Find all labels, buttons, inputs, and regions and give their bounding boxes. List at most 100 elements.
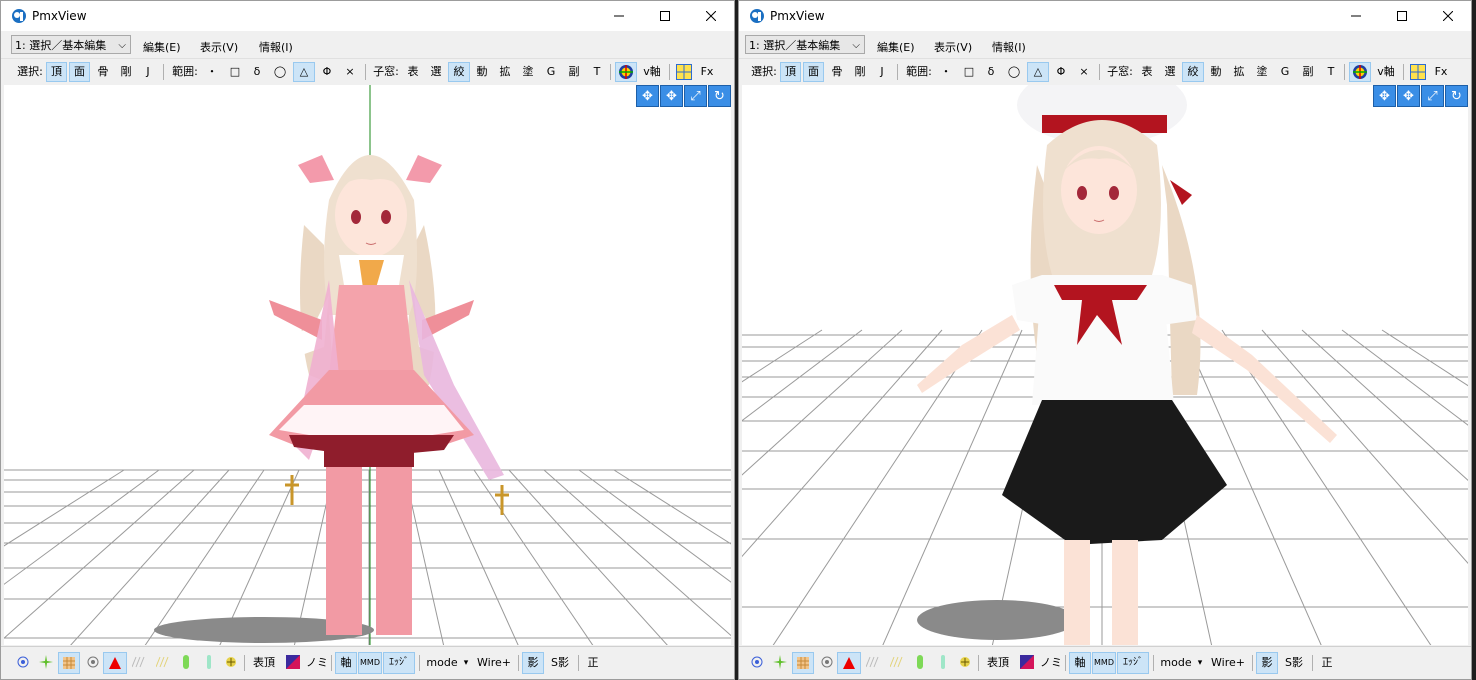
fx-button[interactable]: Fx: [1431, 62, 1451, 82]
edge-toggle[interactable]: ｴｯｼﾞ: [383, 652, 415, 674]
capsule-icon[interactable]: [913, 655, 927, 669]
pan-view-button[interactable]: ✥: [636, 85, 659, 107]
wire-plus-button[interactable]: Wire+: [475, 652, 513, 674]
material-toggle[interactable]: [837, 652, 861, 674]
pan-view-button[interactable]: ✥: [1373, 85, 1396, 107]
target-dot-icon[interactable]: [820, 655, 834, 669]
self-shadow-button[interactable]: S影: [547, 652, 573, 674]
child-g-button[interactable]: G: [541, 62, 561, 82]
select-rigid-toggle[interactable]: 剛: [116, 62, 136, 82]
range-rect-button[interactable]: □: [959, 62, 979, 82]
axis-gizmo-toggle[interactable]: [1349, 62, 1371, 82]
select-rigid-toggle[interactable]: 剛: [850, 62, 870, 82]
child-scale-button[interactable]: 拡: [1229, 62, 1249, 82]
edge-toggle[interactable]: ｴｯｼﾞ: [1117, 652, 1149, 674]
child-g-button[interactable]: G: [1275, 62, 1295, 82]
rotate-view-button[interactable]: ↻: [1445, 85, 1468, 107]
capsule-icon[interactable]: [179, 655, 193, 669]
nomi-button[interactable]: ノミ: [306, 652, 328, 674]
child-scale-button[interactable]: 拡: [495, 62, 515, 82]
range-delta-button[interactable]: δ: [248, 62, 266, 82]
close-button[interactable]: [688, 1, 734, 31]
child-move-button[interactable]: 動: [472, 62, 492, 82]
texture-toggle[interactable]: [792, 652, 814, 674]
joint-icon[interactable]: [958, 655, 972, 669]
hatch-yellow-icon[interactable]: [156, 655, 170, 669]
mmd-toggle[interactable]: MMD: [1092, 652, 1116, 674]
title-bar[interactable]: PmxView: [739, 1, 1471, 31]
front-view-button[interactable]: 正: [582, 652, 604, 674]
select-vertex-toggle[interactable]: 頂: [46, 62, 67, 82]
mode-combo[interactable]: 1: 選択／基本編集 ⌵: [745, 35, 865, 54]
figure-icon[interactable]: [202, 655, 216, 669]
mode-combo[interactable]: 1: 選択／基本編集 ⌵: [11, 35, 131, 54]
table-vertex-button[interactable]: 表頂: [983, 652, 1013, 674]
select-face-toggle[interactable]: 面: [69, 62, 90, 82]
select-bone-toggle[interactable]: 骨: [827, 62, 847, 82]
texture-toggle[interactable]: [58, 652, 80, 674]
child-select-button[interactable]: 選: [426, 62, 446, 82]
title-bar[interactable]: PmxView: [1, 1, 734, 31]
sparkle-green-icon[interactable]: [39, 655, 53, 669]
child-table-button[interactable]: 表: [403, 62, 423, 82]
child-t-button[interactable]: T: [587, 62, 607, 82]
sparkle-green-icon[interactable]: [773, 655, 787, 669]
front-view-button[interactable]: 正: [1316, 652, 1338, 674]
material-toggle[interactable]: [103, 652, 127, 674]
range-rect-button[interactable]: □: [225, 62, 245, 82]
shadow-toggle[interactable]: 影: [522, 652, 544, 674]
range-triangle-toggle[interactable]: △: [293, 62, 315, 82]
menu-edit[interactable]: 編集(E): [143, 39, 181, 55]
child-sub-button[interactable]: 副: [564, 62, 584, 82]
maximize-button[interactable]: [642, 1, 688, 31]
range-circle-button[interactable]: ◯: [1004, 62, 1024, 82]
figure-icon[interactable]: [936, 655, 950, 669]
range-x-button[interactable]: ×: [341, 62, 359, 82]
axis-toggle[interactable]: 軸: [1069, 652, 1091, 674]
range-point-button[interactable]: ・: [937, 62, 955, 82]
range-circle-button[interactable]: ◯: [270, 62, 290, 82]
self-shadow-button[interactable]: S影: [1281, 652, 1307, 674]
color-swatch-icon[interactable]: [286, 655, 300, 669]
child-t-button[interactable]: T: [1321, 62, 1341, 82]
menu-view[interactable]: 表示(V): [934, 39, 972, 55]
menu-info[interactable]: 情報(I): [992, 39, 1026, 55]
chevron-down-icon[interactable]: ▾: [1195, 652, 1205, 674]
hatch-icon[interactable]: [866, 655, 880, 669]
minimize-button[interactable]: [596, 1, 642, 31]
select-bone-toggle[interactable]: 骨: [93, 62, 113, 82]
nomi-button[interactable]: ノミ: [1040, 652, 1062, 674]
fx-button[interactable]: Fx: [697, 62, 717, 82]
rotate-view-button[interactable]: ↻: [708, 85, 731, 107]
shadow-toggle[interactable]: 影: [1256, 652, 1278, 674]
wire-plus-button[interactable]: Wire+: [1209, 652, 1247, 674]
v-axis-button[interactable]: v軸: [1373, 62, 1399, 82]
child-select-button[interactable]: 選: [1160, 62, 1180, 82]
range-point-button[interactable]: ・: [203, 62, 221, 82]
minimize-button[interactable]: [1333, 1, 1379, 31]
close-button[interactable]: [1425, 1, 1471, 31]
select-joint-toggle[interactable]: J: [873, 62, 891, 82]
zoom-view-button[interactable]: ⤢: [684, 85, 707, 107]
range-phi-button[interactable]: Φ: [317, 62, 337, 82]
grid-quad-button[interactable]: [1408, 62, 1428, 82]
joint-icon[interactable]: [224, 655, 238, 669]
mmd-toggle[interactable]: MMD: [358, 652, 382, 674]
menu-info[interactable]: 情報(I): [259, 39, 293, 55]
range-x-button[interactable]: ×: [1075, 62, 1093, 82]
child-paint-button[interactable]: 塗: [1252, 62, 1272, 82]
child-filter-toggle[interactable]: 絞: [448, 62, 470, 82]
child-filter-toggle[interactable]: 絞: [1182, 62, 1204, 82]
mode-dropdown[interactable]: mode: [1159, 652, 1193, 674]
range-triangle-toggle[interactable]: △: [1027, 62, 1049, 82]
vertex-dot-icon[interactable]: [16, 655, 30, 669]
color-swatch-icon[interactable]: [1020, 655, 1034, 669]
select-face-toggle[interactable]: 面: [803, 62, 824, 82]
table-vertex-button[interactable]: 表頂: [249, 652, 279, 674]
grid-quad-button[interactable]: [674, 62, 694, 82]
target-dot-icon[interactable]: [86, 655, 100, 669]
menu-edit[interactable]: 編集(E): [877, 39, 915, 55]
child-table-button[interactable]: 表: [1137, 62, 1157, 82]
zoom-view-button[interactable]: ⤢: [1421, 85, 1444, 107]
chevron-down-icon[interactable]: ▾: [461, 652, 471, 674]
